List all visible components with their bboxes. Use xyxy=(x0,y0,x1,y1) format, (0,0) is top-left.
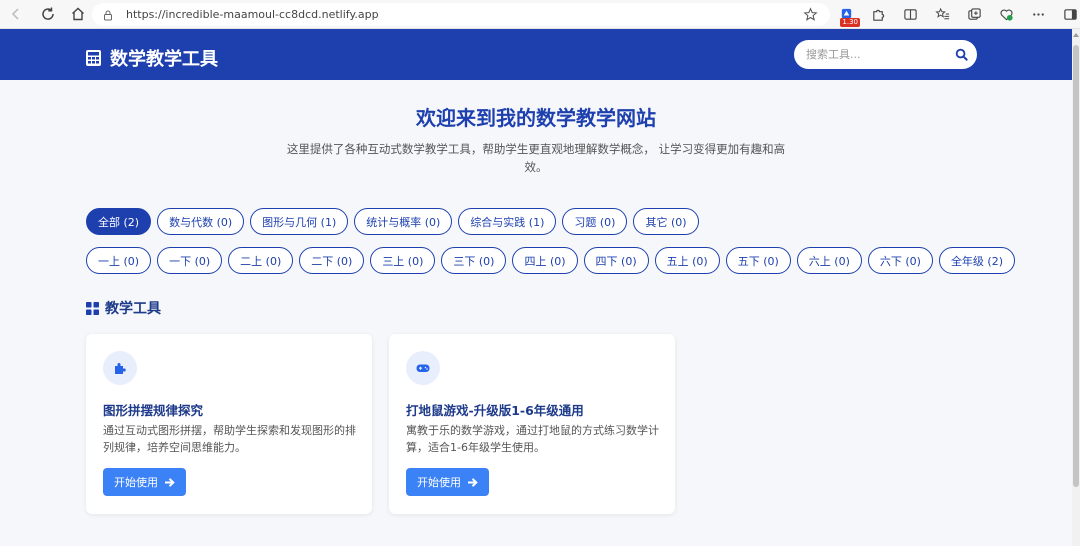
search-box[interactable] xyxy=(794,40,977,69)
more-dots-icon xyxy=(1032,13,1044,16)
card-title: 图形拼摆规律探究 xyxy=(103,403,204,418)
search-input[interactable] xyxy=(806,48,946,61)
section-title-text: 教学工具 xyxy=(105,301,161,317)
filter-grade-1a[interactable]: 一上 (0) xyxy=(86,247,152,274)
filter-grade-4a[interactable]: 四上 (0) xyxy=(512,247,578,274)
collections-button[interactable] xyxy=(958,3,990,27)
site-title: 数学教学工具 xyxy=(110,49,218,70)
filter-grade-all[interactable]: 全年级 (2) xyxy=(938,247,1016,274)
back-arrow-icon xyxy=(11,8,19,20)
filter-other[interactable]: 其它 (0) xyxy=(633,208,699,235)
extensions-button[interactable] xyxy=(862,3,894,27)
start-button-label: 开始使用 xyxy=(114,476,158,489)
collections-icon xyxy=(967,8,981,20)
search-icon[interactable] xyxy=(955,48,968,61)
card-description: 寓教于乐的数学游戏，通过打地鼠的方式练习数学计算，适合1-6年级学生使用。 xyxy=(406,424,659,454)
grid-icon xyxy=(86,301,99,315)
filter-grade-6b[interactable]: 六下 (0) xyxy=(867,247,933,274)
sidebar-icon xyxy=(1063,9,1077,20)
browser-toolbar: https://incredible-maamoul-cc8dcd.netlif… xyxy=(0,0,1080,29)
hero-description: 这里提供了各种互动式数学教学工具，帮助学生更直观地理解数学概念， 让学习变得更加… xyxy=(286,142,786,174)
grade-filter-row: 一上 (0) 一下 (0) 二上 (0) 二下 (0) 三上 (0) 三下 (0… xyxy=(86,247,1021,274)
filter-grade-5b[interactable]: 五下 (0) xyxy=(725,247,791,274)
filter-geometry[interactable]: 图形与几何 (1) xyxy=(250,208,349,235)
heart-pulse-icon xyxy=(999,9,1013,21)
more-options-button[interactable] xyxy=(1022,3,1054,27)
split-screen-button[interactable] xyxy=(894,3,926,27)
filter-exercises[interactable]: 习题 (0) xyxy=(562,208,628,235)
browser-essentials-button[interactable] xyxy=(990,3,1022,27)
reload-icon xyxy=(42,7,54,20)
reload-button[interactable] xyxy=(34,2,62,26)
arrow-right-icon xyxy=(165,477,175,487)
extension-button[interactable]: 1.30 xyxy=(830,3,862,27)
lock-icon xyxy=(104,10,112,20)
filter-grade-2b[interactable]: 二下 (0) xyxy=(299,247,365,274)
start-button-label: 开始使用 xyxy=(417,476,461,489)
favorite-star-icon[interactable] xyxy=(803,7,818,22)
home-button[interactable] xyxy=(64,2,92,26)
card-title: 打地鼠游戏-升级版1-6年级通用 xyxy=(406,403,584,418)
category-filter-row: 全部 (2) 数与代数 (0) 图形与几何 (1) 统计与概率 (0) 综合与实… xyxy=(86,208,705,235)
filter-practice[interactable]: 综合与实践 (1) xyxy=(458,208,557,235)
filter-grade-1b[interactable]: 一下 (0) xyxy=(157,247,223,274)
favorites-button[interactable] xyxy=(926,3,958,27)
sidebar-toggle-button[interactable] xyxy=(1054,3,1080,27)
filter-grade-6a[interactable]: 六上 (0) xyxy=(796,247,862,274)
calculator-icon xyxy=(86,50,101,66)
start-button[interactable]: 开始使用 xyxy=(103,468,186,496)
back-button[interactable] xyxy=(2,2,30,26)
puzzle-piece-icon xyxy=(872,9,884,21)
filter-grade-3b[interactable]: 三下 (0) xyxy=(441,247,507,274)
section-title: 教学工具 xyxy=(86,298,161,318)
scrollbar-thumb[interactable] xyxy=(1073,45,1079,487)
gamepad-icon xyxy=(416,364,430,372)
puzzle-icon xyxy=(115,363,126,374)
card-icon-circle xyxy=(406,351,440,385)
filter-grade-5a[interactable]: 五上 (0) xyxy=(654,247,720,274)
filter-grade-3a[interactable]: 三上 (0) xyxy=(370,247,436,274)
card-icon-circle xyxy=(103,351,137,385)
site-logo[interactable]: 数学教学工具 xyxy=(85,45,218,71)
filter-statistics[interactable]: 统计与概率 (0) xyxy=(354,208,453,235)
filter-grade-2a[interactable]: 二上 (0) xyxy=(228,247,294,274)
arrow-right-icon xyxy=(468,477,478,487)
address-bar[interactable]: https://incredible-maamoul-cc8dcd.netlif… xyxy=(92,3,830,26)
filter-all[interactable]: 全部 (2) xyxy=(86,208,152,235)
filter-number-algebra[interactable]: 数与代数 (0) xyxy=(157,208,245,235)
page-scrollbar[interactable] xyxy=(1072,29,1080,546)
split-screen-icon xyxy=(903,9,917,20)
extension-badge: 1.30 xyxy=(840,17,860,27)
favorites-list-icon xyxy=(934,7,949,20)
url-text: https://incredible-maamoul-cc8dcd.netlif… xyxy=(126,8,379,21)
tool-card: 打地鼠游戏-升级版1-6年级通用 寓教于乐的数学游戏，通过打地鼠的方式练习数学计… xyxy=(389,334,675,514)
filter-grade-4b[interactable]: 四下 (0) xyxy=(583,247,649,274)
hero-title: 欢迎来到我的数学教学网站 xyxy=(416,106,656,130)
card-description: 通过互动式图形拼摆，帮助学生探索和发现图形的排列规律，培养空间思维能力。 xyxy=(103,424,356,454)
home-icon xyxy=(72,7,84,21)
scroll-up-arrow[interactable] xyxy=(1073,33,1079,37)
site-header: 数学教学工具 xyxy=(0,29,1072,80)
start-button[interactable]: 开始使用 xyxy=(406,468,489,496)
tool-card: 图形拼摆规律探究 通过互动式图形拼摆，帮助学生探索和发现图形的排列规律，培养空间… xyxy=(86,334,372,514)
